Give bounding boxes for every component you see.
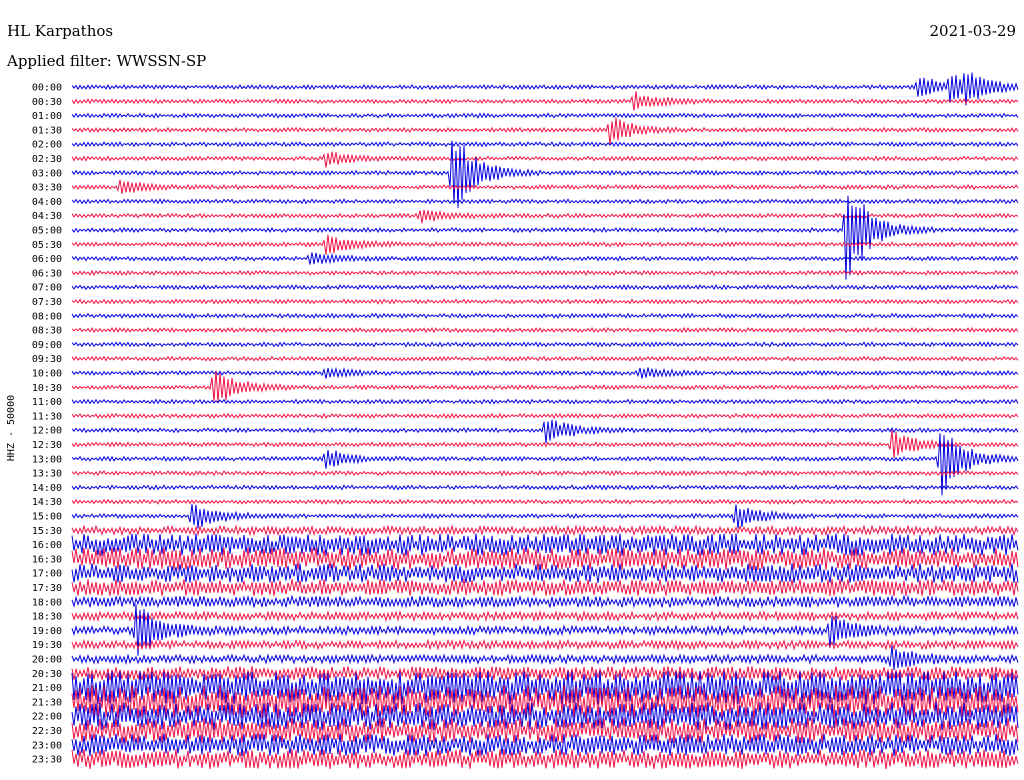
seismogram-trace [71, 298, 1019, 305]
seismogram-trace [71, 419, 1019, 444]
seismogram-trace [71, 141, 1019, 148]
time-tick-label: 01:00 [32, 111, 62, 122]
time-tick-label: 02:30 [32, 154, 62, 165]
time-tick-label: 15:00 [32, 512, 62, 523]
seismogram-trace [71, 498, 1019, 505]
time-tick-label: 18:00 [32, 597, 62, 608]
time-tick-label: 13:00 [32, 454, 62, 465]
time-tick-label: 10:00 [32, 369, 62, 380]
seismogram-trace [71, 341, 1019, 348]
seismogram-trace [71, 366, 1019, 379]
seismogram-trace [71, 370, 1019, 403]
seismogram-trace [71, 638, 1019, 651]
seismogram-trace [71, 312, 1019, 319]
y-axis-label: HHZ - 50000 [6, 395, 17, 461]
seismogram-trace [71, 469, 1019, 477]
seismogram-trace [71, 269, 1019, 277]
time-tick-label: 21:00 [32, 683, 62, 694]
seismogram-trace [71, 609, 1019, 623]
time-tick-label: 15:30 [32, 526, 62, 537]
seismogram-trace [71, 91, 1019, 111]
seismogram-trace [71, 645, 1019, 670]
time-tick-label: 11:30 [32, 411, 62, 422]
seismogram-trace [71, 503, 1019, 529]
time-tick-label: 18:30 [32, 612, 62, 623]
time-tick-label: 04:30 [32, 211, 62, 222]
time-tick-label: 10:30 [32, 383, 62, 394]
time-tick-label: 03:30 [32, 183, 62, 194]
time-tick-label: 01:30 [32, 125, 62, 136]
seismogram-trace [71, 524, 1019, 537]
seismogram-trace [71, 484, 1019, 491]
time-tick-label: 08:30 [32, 326, 62, 337]
seismogram-trace [71, 283, 1019, 291]
time-tick-label: 09:00 [32, 340, 62, 351]
time-tick-label: 02:00 [32, 140, 62, 151]
time-tick-label: 11:00 [32, 397, 62, 408]
time-tick-label: 06:00 [32, 254, 62, 265]
time-tick-label: 06:30 [32, 268, 62, 279]
time-tick-label: 16:00 [32, 540, 62, 551]
seismogram-trace [71, 234, 1019, 255]
time-tick-label: 23:00 [32, 740, 62, 751]
time-tick-label: 08:00 [32, 311, 62, 322]
seismogram-trace [71, 749, 1019, 769]
seismogram-plot: 00:00 00:30 01:00 01:30 02:00 02:30 03:00 03:30… [6, 72, 1019, 769]
seismogram-trace [71, 533, 1019, 556]
time-tick-label: 07:30 [32, 297, 62, 308]
trace-layer [71, 72, 1019, 769]
time-tick-label: 03:00 [32, 168, 62, 179]
time-tick-labels: 00:00 00:30 01:00 01:30 02:00 02:30 03:00 03:30… [32, 83, 62, 766]
seismogram-trace [71, 594, 1019, 609]
time-tick-label: 07:00 [32, 283, 62, 294]
time-tick-label: 23:30 [32, 755, 62, 766]
time-tick-label: 22:30 [32, 726, 62, 737]
time-tick-label: 12:00 [32, 426, 62, 437]
seismogram-trace [71, 252, 1019, 265]
time-tick-label: 04:00 [32, 197, 62, 208]
time-tick-label: 09:30 [32, 354, 62, 365]
seismogram-trace [71, 198, 1019, 205]
time-tick-label: 14:00 [32, 483, 62, 494]
time-tick-label: 20:30 [32, 669, 62, 680]
time-tick-label: 20:00 [32, 655, 62, 666]
time-tick-label: 21:30 [32, 697, 62, 708]
seismogram-trace [71, 666, 1019, 681]
time-tick-label: 05:00 [32, 226, 62, 237]
seismogram-trace [71, 412, 1019, 420]
time-tick-label: 13:30 [32, 469, 62, 480]
time-tick-label: 16:30 [32, 554, 62, 565]
time-tick-label: 05:30 [32, 240, 62, 251]
time-tick-label: 17:30 [32, 583, 62, 594]
seismogram-trace [71, 117, 1019, 146]
seismogram-trace [71, 112, 1019, 119]
time-tick-label: 12:30 [32, 440, 62, 451]
time-tick-label: 00:00 [32, 83, 62, 94]
seismogram-trace [71, 179, 1019, 194]
seismogram-trace [71, 563, 1019, 584]
time-tick-label: 00:30 [32, 97, 62, 108]
seismogram-trace [71, 195, 1019, 280]
time-tick-label: 17:00 [32, 569, 62, 580]
time-tick-label: 19:30 [32, 640, 62, 651]
seismogram-trace [71, 151, 1019, 168]
seismogram-trace [71, 355, 1019, 362]
time-tick-label: 14:30 [32, 497, 62, 508]
seismogram-trace [71, 579, 1019, 596]
seismogram-trace [71, 326, 1019, 334]
time-tick-label: 22:00 [32, 712, 62, 723]
time-tick-label: 19:00 [32, 626, 62, 637]
seismogram-trace [71, 140, 1019, 209]
